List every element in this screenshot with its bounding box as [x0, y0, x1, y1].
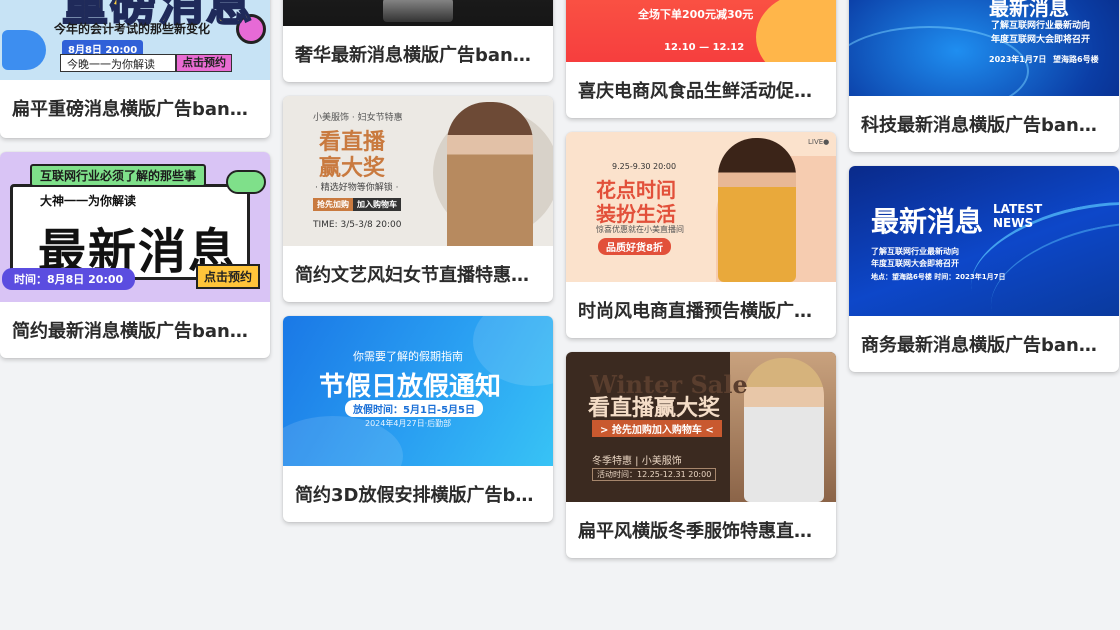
banner-line: 了解互联网行业最新动向 [991, 21, 1091, 31]
template-card[interactable]: 最新消息 LATEST NEWS 了解互联网行业最新动向 年度互联网大会即将召开… [849, 166, 1119, 372]
banner-thumbnail[interactable]: LIVE● 9.25-9.30 20:00 花点时间 装扮生活 惊喜优惠就在小美… [566, 132, 836, 282]
card-title: 扁平风横版冬季服饰特惠直播横版广告banner [578, 521, 824, 542]
banner-line: 年度互联网大会即将召开 [991, 35, 1091, 45]
banner-thumbnail[interactable]: 最新消息 了解互联网行业最新动向 年度互联网大会即将召开 2023年1月7日 望… [849, 0, 1119, 96]
banner-subtitle: 惊喜优惠就在小美直播间 [596, 225, 684, 234]
banner-en: LATEST [993, 202, 1043, 216]
banner-explain: 今晚一一为你解读 [60, 54, 176, 72]
template-card[interactable]: 全场下单200元减30元 12.10 — 12.12 喜庆电商风食品生鲜活动促销… [566, 0, 836, 118]
live-badge: LIVE● [808, 138, 830, 146]
banner-subtitle: 今年的会计考试的那些新变化 [54, 22, 211, 36]
banner-tag: 互联网行业必须了解的那些事 [30, 164, 207, 187]
decor-shape [383, 0, 453, 22]
banner-footer: 地点：望海路6号楼 时间：2023年1月7日 [871, 273, 1006, 281]
banner-button: 加入购物车 [353, 198, 401, 211]
banner-time: 时间：8月8日 20:00 [2, 268, 136, 290]
banner-time: 9.25-9.30 20:00 [612, 162, 677, 171]
banner-cta: > 抢先加购加入购物车 < [592, 420, 722, 437]
banner-brand: 冬季特惠 | 小美服饰 [592, 456, 682, 467]
banner-line: 年度互联网大会即将召开 [871, 259, 959, 268]
banner-thumbnail[interactable]: 你需要了解的假期指南 节假日放假通知 放假时间：5月1日-5月5日 2024年4… [283, 316, 553, 466]
banner-cta: 点击预约 [196, 264, 261, 289]
card-title: 奢华最新消息横版广告banner [295, 45, 541, 66]
banner-place: 望海路6号楼 [1053, 55, 1099, 64]
decor-shape [2, 30, 46, 70]
banner-date: 2023年1月7日 [989, 55, 1047, 64]
banner-headline: 装扮生活 [596, 202, 676, 226]
template-card[interactable]: 小美服饰 · 妇女节特惠 看直播 赢大奖 · 精选好物等你解锁 · 抢先加购 加… [283, 96, 553, 302]
banner-thumbnail[interactable]: 小美服饰 · 妇女节特惠 看直播 赢大奖 · 精选好物等你解锁 · 抢先加购 加… [283, 96, 553, 246]
banner-brand: 小美服饰 · 妇女节特惠 [313, 113, 403, 123]
banner-promo: 全场下单200元减30元 [638, 8, 754, 21]
card-title: 时尚风电商直播预告横版广告banner [578, 301, 824, 322]
banner-time: 活动时间：12.25-12.31 20:00 [592, 468, 717, 481]
banner-subline: 大神一一为你解读 [40, 194, 137, 208]
banner-cta: 点击预约 [176, 54, 232, 72]
banner-thumbnail[interactable]: Winter Sale 看直播赢大奖 > 抢先加购加入购物车 < 冬季特惠 | … [566, 352, 836, 502]
banner-thumbnail[interactable]: 最新消息 LATEST NEWS 了解互联网行业最新动向 年度互联网大会即将召开… [849, 166, 1119, 316]
banner-thumbnail[interactable] [283, 0, 553, 26]
banner-subtitle: · 精选好物等你解锁 · [315, 183, 399, 193]
card-title: 科技最新消息横版广告banner [861, 115, 1107, 136]
template-card[interactable]: 互联网行业必须了解的那些事 大神一一为你解读 最新消息 时间：8月8日 20:0… [0, 152, 270, 358]
model-photo [447, 102, 533, 246]
decor-shape [226, 170, 266, 194]
banner-footer: 2024年4月27日·后勤部 [365, 419, 452, 428]
card-title: 商务最新消息横版广告banner [861, 335, 1107, 356]
model-photo [744, 358, 824, 502]
banner-en: NEWS [993, 216, 1034, 230]
card-title: 扁平重磅消息横版广告banner [12, 99, 258, 120]
banner-headline: 节假日放假通知 [319, 372, 502, 402]
template-card[interactable]: LIVE● 9.25-9.30 20:00 花点时间 装扮生活 惊喜优惠就在小美… [566, 132, 836, 338]
card-title: 简约3D放假安排横版广告banner [295, 485, 541, 506]
template-card[interactable]: 你需要了解的假期指南 节假日放假通知 放假时间：5月1日-5月5日 2024年4… [283, 316, 553, 522]
banner-headline: 看直播赢大奖 [588, 396, 721, 421]
banner-thumbnail[interactable]: 重磅消息 今年的会计考试的那些新变化 8月8日 20:00 今晚一一为你解读 点… [0, 0, 270, 80]
template-card[interactable]: 奢华最新消息横版广告banner [283, 0, 553, 82]
banner-time: TIME: 3/5-3/8 20:00 [313, 220, 402, 230]
banner-headline: 赢大奖 [319, 156, 386, 181]
model-photo [718, 138, 796, 282]
template-card[interactable]: Winter Sale 看直播赢大奖 > 抢先加购加入购物车 < 冬季特惠 | … [566, 352, 836, 558]
banner-thumbnail[interactable]: 全场下单200元减30元 12.10 — 12.12 [566, 0, 836, 62]
banner-badge: 品质好货8折 [598, 238, 671, 255]
template-card[interactable]: 最新消息 了解互联网行业最新动向 年度互联网大会即将召开 2023年1月7日 望… [849, 0, 1119, 152]
card-title: 简约文艺风妇女节直播特惠横版广告banner [295, 265, 541, 286]
banner-pretitle: 你需要了解的假期指南 [353, 350, 463, 363]
banner-button: 抢先加购 [313, 198, 353, 211]
card-title: 简约最新消息横版广告banner [12, 321, 258, 342]
banner-period: 放假时间：5月1日-5月5日 [345, 400, 483, 417]
banner-headline: 最新消息 [871, 205, 984, 238]
banner-dates: 12.10 — 12.12 [664, 42, 745, 53]
card-title: 喜庆电商风食品生鲜活动促销横版广告banner [578, 81, 824, 102]
template-card[interactable]: 重磅消息 今年的会计考试的那些新变化 8月8日 20:00 今晚一一为你解读 点… [0, 0, 270, 138]
decor-shape [756, 0, 836, 62]
banner-thumbnail[interactable]: 互联网行业必须了解的那些事 大神一一为你解读 最新消息 时间：8月8日 20:0… [0, 152, 270, 302]
banner-line: 了解互联网行业最新动向 [871, 247, 959, 256]
